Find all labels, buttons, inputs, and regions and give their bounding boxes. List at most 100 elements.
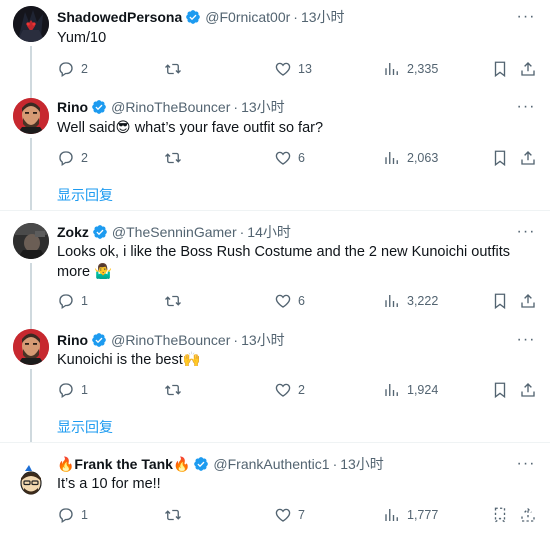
heart-icon [275,508,291,522]
avatar[interactable] [13,463,49,499]
user-handle[interactable]: @RinoTheBouncer [111,99,230,115]
post-text: Yum/10 [57,30,107,46]
timestamp[interactable]: 14小时 [247,222,291,242]
view-count: 1,777 [407,508,439,522]
post-header: Rino @RinoTheBouncer · 13小时 [57,97,285,117]
heart-icon [275,151,291,165]
share-icon [521,294,535,308]
post-header: Zokz @TheSenninGamer · 14小时 [57,222,291,242]
reply-post[interactable]: Rino @RinoTheBouncer · 13小时 ··· Kunoichi… [0,321,550,442]
reply-button[interactable]: 1 [57,291,88,311]
view-count: 2,063 [407,151,439,165]
timestamp[interactable]: 13小时 [340,454,384,474]
share-button[interactable] [519,291,537,311]
display-name[interactable]: 🔥Frank the Tank🔥 [57,456,190,473]
reply-post[interactable]: 🔥Frank the Tank🔥 @FrankAuthentic1 · 13小时… [0,443,550,544]
reply-button[interactable]: 2 [57,59,88,79]
repost-icon [165,384,181,396]
repost-button[interactable] [164,380,182,400]
reply-icon [59,151,73,167]
bookmark-icon [494,150,506,167]
action-bar: 2 6 2,063 [57,148,537,168]
heart-icon [275,383,291,397]
like-button[interactable]: 6 [274,291,305,311]
separator-dot: · [332,456,338,472]
post-text: Looks ok, i like the Boss Rush Costume a… [57,244,510,280]
avatar-image [13,463,49,499]
reply-icon [59,294,73,310]
display-name[interactable]: Rino [57,99,88,115]
avatar[interactable] [13,329,49,365]
bookmark-button[interactable] [491,380,509,400]
repost-icon [165,509,181,521]
show-replies-link[interactable]: 显示回复 [57,185,113,205]
display-name[interactable]: ShadowedPersona [57,9,182,25]
like-button[interactable]: 7 [274,505,305,525]
bookmark-button[interactable] [491,505,509,525]
share-icon [521,151,535,165]
more-options-icon[interactable]: ··· [516,331,536,349]
share-icon [521,62,535,76]
views-icon [385,63,398,75]
share-button[interactable] [519,380,537,400]
thread-line [30,138,32,210]
avatar[interactable] [13,223,49,259]
view-count: 2,335 [407,62,439,76]
reply-post[interactable]: ShadowedPersona @F0rnicat00r · 13小时 ··· … [0,0,550,90]
thread-line [30,263,32,321]
post-header: 🔥Frank the Tank🔥 @FrankAuthentic1 · 13小时 [57,454,384,474]
repost-icon [165,295,181,307]
views-button[interactable]: 1,777 [383,505,438,525]
display-name[interactable]: Zokz [57,224,89,240]
reply-button[interactable]: 1 [57,380,88,400]
reply-icon [59,383,73,399]
thread-line [30,369,32,442]
timestamp[interactable]: 13小时 [241,330,285,350]
repost-button[interactable] [164,291,182,311]
views-button[interactable]: 2,335 [383,59,438,79]
repost-button[interactable] [164,59,182,79]
user-handle[interactable]: @TheSenninGamer [112,224,237,240]
bookmark-button[interactable] [491,291,509,311]
share-button[interactable] [519,505,537,525]
like-count: 7 [298,508,305,522]
like-button[interactable]: 2 [274,380,305,400]
views-button[interactable]: 2,063 [383,148,438,168]
view-count: 3,222 [407,294,439,308]
display-name[interactable]: Rino [57,332,88,348]
more-options-icon[interactable]: ··· [516,8,536,26]
more-options-icon[interactable]: ··· [516,98,536,116]
user-handle[interactable]: @F0rnicat00r [205,9,290,25]
separator-dot: · [233,99,239,115]
action-bar: 1 7 1,777 [57,505,537,525]
views-button[interactable]: 1,924 [383,380,438,400]
reply-count: 1 [81,383,88,397]
timestamp[interactable]: 13小时 [241,97,285,117]
reply-post[interactable]: Zokz @TheSenninGamer · 14小时 ··· Looks ok… [0,211,550,321]
reply-button[interactable]: 2 [57,148,88,168]
action-bar: 2 13 2,335 [57,59,537,79]
verified-badge-icon [92,333,106,347]
repost-button[interactable] [164,505,182,525]
bookmark-button[interactable] [491,148,509,168]
avatar-image [13,223,49,259]
avatar[interactable] [13,98,49,134]
share-button[interactable] [519,59,537,79]
user-handle[interactable]: @RinoTheBouncer [111,332,230,348]
repost-button[interactable] [164,148,182,168]
repost-icon [165,152,181,164]
views-button[interactable]: 3,222 [383,291,438,311]
reply-post[interactable]: Rino @RinoTheBouncer · 13小时 ··· Well sai… [0,90,550,210]
show-replies-link[interactable]: 显示回复 [57,417,113,437]
bookmark-button[interactable] [491,59,509,79]
share-button[interactable] [519,148,537,168]
more-options-icon[interactable]: ··· [516,223,536,241]
reply-button[interactable]: 1 [57,505,88,525]
user-handle[interactable]: @FrankAuthentic1 [213,456,329,472]
avatar[interactable] [13,6,49,42]
like-button[interactable]: 6 [274,148,305,168]
like-button[interactable]: 13 [274,59,312,79]
more-options-icon[interactable]: ··· [516,455,536,473]
separator-dot: · [293,9,298,25]
timestamp[interactable]: 13小时 [301,7,345,27]
